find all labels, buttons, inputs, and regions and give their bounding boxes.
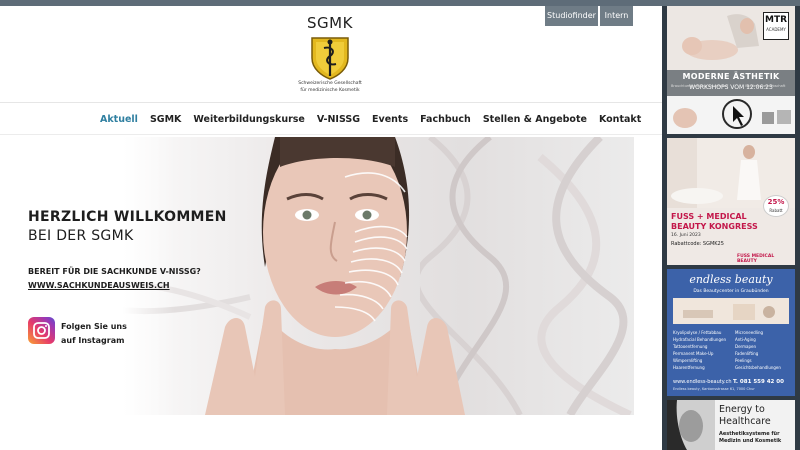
brand-subtitle-2: für medizinische Kosmetik [300,88,360,93]
ad3-list-left: Kryolipolyse / Fettabbau Hydrafacial Beh… [673,329,733,371]
ad3-item: Wimpernlifting [673,358,703,363]
ad2-footer-logo: FUSS MEDICAL BEAUTY [737,254,775,264]
nav-aktuell[interactable]: Aktuell [94,114,144,128]
ad1-bottom-illustration [667,96,795,134]
ad2-discount-badge: 25% Rabatt [763,195,789,217]
nav-stellen-angebote[interactable]: Stellen & Angebote [477,114,593,128]
main-area: Studiofinder Intern SGMK Schweizerische … [0,6,662,450]
hero-question: BEREIT FÜR DIE SACHKUNDE V-NISSG? [28,267,201,276]
ad3-item: Haarentfernung [673,365,705,370]
hero-banner: HERZLICH WILLKOMMEN BEI DER SGMK BEREIT … [0,137,662,415]
ad3-item: Peelings [735,358,752,363]
instagram-link[interactable]: Folgen Sie uns auf Instagram [61,320,127,348]
ad3-item: Permanent Make-Up [673,351,714,356]
ad4-title-1: Energy to [719,404,765,415]
ad3-item: Hydrafacial Behandlungen [673,337,726,342]
ad4-photo-illustration [667,400,715,450]
ad1-small-left: Brauchtumkunst aus Kauzendorf [671,84,729,88]
ad1-small-right: Wiedergebewerbschaft [745,84,786,88]
ad3-item: Kryolipolyse / Fettabbau [673,330,722,335]
brand-logo[interactable]: SGMK Schweizerische Gesellschaft für med… [290,14,370,94]
ad1-title: MODERNE ÄSTHETIK [682,72,780,81]
hero-fade-left [0,137,175,415]
ad3-item: Dermapen [735,344,756,349]
ad3-web: www.endless-beauty.ch [673,379,732,385]
ad-mtr-academy[interactable]: MTR ACADEMY MODERNE ÄSTHETIK WORKSHOPS V… [667,6,795,134]
ad4-title-2: Healthcare [719,416,771,427]
ad2-badge-pct: 25% [767,198,785,206]
ad2-date: 16. Juni 2023 [671,233,701,238]
main-nav: Aktuell SGMK Weiterbildungskurse V-NISSG… [94,114,647,128]
ad2-code: Rabattcode: SGMK25 [671,241,724,247]
ad4-sub-2: Medizin und Kosmetik [719,438,782,444]
ad3-address: Endless beauty, Kantonsstrasse 61, 7000 … [673,387,755,391]
nav-sgmk[interactable]: SGMK [144,114,187,128]
ad3-item: Fadenlifting [735,351,759,356]
ad1-logo: MTR ACADEMY [763,12,789,40]
nav-kontakt[interactable]: Kontakt [593,114,647,128]
crest-icon [311,37,349,80]
ad3-phone: T. 081 559 42 00 [733,379,784,385]
studiofinder-button[interactable]: Studiofinder [545,6,598,26]
brand-subtitle-1: Schweizerische Gesellschaft [298,81,362,86]
brand-title: SGMK [307,14,353,32]
ad3-photo-illustration [673,298,789,324]
hero-subtitle: BEI DER SGMK [28,228,134,244]
ad2-badge-label: Rabatt [769,208,783,213]
ad2-title-2: BEAUTY KONGRESS [671,222,758,231]
ad3-brand: endless beauty [689,273,773,286]
instagram-icon[interactable] [28,317,55,344]
nav-fachbuch[interactable]: Fachbuch [414,114,477,128]
ad3-item: Anti-Aging [735,337,756,342]
ad3-item: Tattooentfernung [673,344,708,349]
nav-divider-top [0,102,662,103]
nav-divider-bottom [0,134,662,135]
ad2-title-1: FUSS + MEDICAL [671,212,747,221]
ad-energy-to-healthcare[interactable]: Energy to Healthcare Aesthetiksysteme fü… [667,400,795,450]
nav-events[interactable]: Events [366,114,414,128]
ad3-item: Gesichtsbehandlungen [735,365,781,370]
model-face-illustration [205,137,465,415]
ad-fuss-medical-beauty[interactable]: 25% Rabatt FUSS + MEDICAL BEAUTY KONGRES… [667,138,795,265]
ad1-banner: MODERNE ÄSTHETIK WORKSHOPS VOM 12.06.23 [667,70,795,96]
ad3-list-right: Microneedling Anti-Aging Dermapen Fadenl… [735,329,791,371]
hero-right-strip [634,137,662,415]
nav-weiterbildungskurse[interactable]: Weiterbildungskurse [187,114,310,128]
ad3-item: Microneedling [735,330,764,335]
ad-endless-beauty[interactable]: endless beauty Das Beautycenter in Graub… [667,269,795,396]
nav-v-nissg[interactable]: V-NISSG [311,114,366,128]
sachkundeausweis-link[interactable]: WWW.SACHKUNDEAUSWEIS.CH [28,281,170,290]
intern-button[interactable]: Intern [600,6,633,26]
instagram-line-1: Folgen Sie uns [61,322,127,331]
instagram-line-2: auf Instagram [61,336,125,345]
ad1-logo-text: MTR [764,15,788,25]
ad1-logo-sub: ACADEMY [766,27,786,32]
hero-title: HERZLICH WILLKOMMEN [28,209,227,225]
ad3-tagline: Das Beautycenter in Graubünden [693,289,769,294]
ad4-sub-1: Aesthetiksysteme für [719,431,780,437]
